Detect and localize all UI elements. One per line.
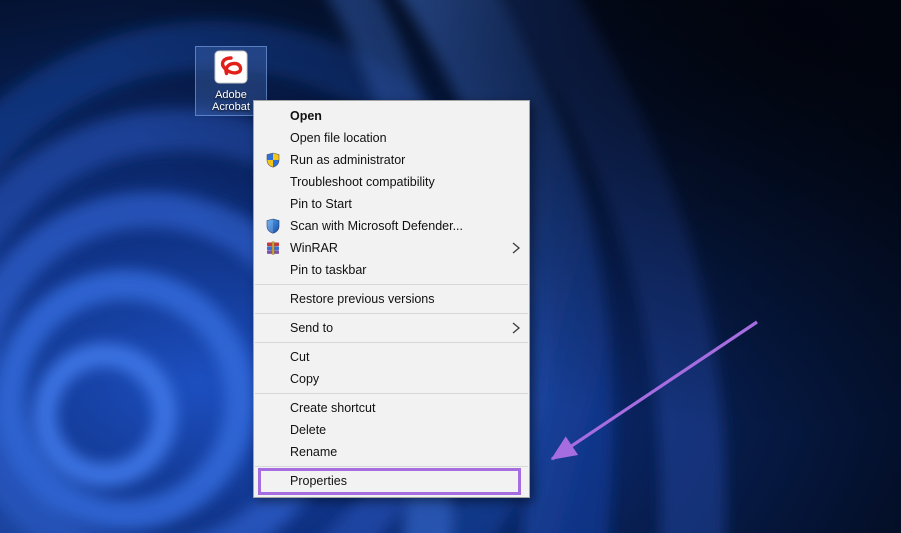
menu-separator — [255, 466, 528, 467]
menu-item-label: Run as administrator — [290, 153, 405, 167]
menu-item-delete[interactable]: Delete — [254, 419, 529, 441]
menu-item-troubleshoot-compatibility[interactable]: Troubleshoot compatibility — [254, 171, 529, 193]
menu-separator — [255, 284, 528, 285]
menu-item-label: Open — [290, 109, 322, 123]
menu-item-scan-with-defender[interactable]: Scan with Microsoft Defender... — [254, 215, 529, 237]
menu-item-restore-previous-versions[interactable]: Restore previous versions — [254, 288, 529, 310]
menu-item-label: WinRAR — [290, 241, 338, 255]
menu-item-label: Delete — [290, 423, 326, 437]
menu-item-label: Pin to taskbar — [290, 263, 366, 277]
menu-item-copy[interactable]: Copy — [254, 368, 529, 390]
menu-item-send-to[interactable]: Send to — [254, 317, 529, 339]
icon-label-line1: Adobe — [215, 89, 247, 101]
menu-separator — [255, 393, 528, 394]
submenu-arrow-icon — [512, 322, 520, 334]
menu-item-label: Rename — [290, 445, 337, 459]
menu-item-open-file-location[interactable]: Open file location — [254, 127, 529, 149]
menu-item-cut[interactable]: Cut — [254, 346, 529, 368]
menu-item-pin-to-taskbar[interactable]: Pin to taskbar — [254, 259, 529, 281]
menu-item-label: Properties — [290, 474, 347, 488]
menu-item-label: Restore previous versions — [290, 292, 435, 306]
adobe-acrobat-icon — [214, 50, 248, 84]
menu-item-open[interactable]: Open — [254, 105, 529, 127]
menu-item-rename[interactable]: Rename — [254, 441, 529, 463]
menu-item-winrar[interactable]: WinRAR — [254, 237, 529, 259]
menu-item-label: Cut — [290, 350, 309, 364]
menu-item-pin-to-start[interactable]: Pin to Start — [254, 193, 529, 215]
menu-item-properties[interactable]: Properties — [254, 470, 529, 492]
menu-item-label: Copy — [290, 372, 319, 386]
menu-item-label: Open file location — [290, 131, 387, 145]
menu-separator — [255, 313, 528, 314]
icon-label-line2: Acrobat — [212, 101, 250, 113]
menu-item-label: Scan with Microsoft Defender... — [290, 219, 463, 233]
submenu-arrow-icon — [512, 242, 520, 254]
menu-item-label: Pin to Start — [290, 197, 352, 211]
menu-separator — [255, 342, 528, 343]
defender-shield-icon — [265, 218, 281, 234]
uac-shield-icon — [265, 152, 281, 168]
menu-item-create-shortcut[interactable]: Create shortcut — [254, 397, 529, 419]
menu-item-label: Troubleshoot compatibility — [290, 175, 435, 189]
menu-item-run-as-administrator[interactable]: Run as administrator — [254, 149, 529, 171]
menu-item-label: Create shortcut — [290, 401, 375, 415]
menu-item-label: Send to — [290, 321, 333, 335]
context-menu: Open Open file location — [253, 100, 530, 498]
winrar-icon — [265, 240, 281, 256]
desktop: Adobe Acrobat Open Open file location — [0, 0, 901, 533]
